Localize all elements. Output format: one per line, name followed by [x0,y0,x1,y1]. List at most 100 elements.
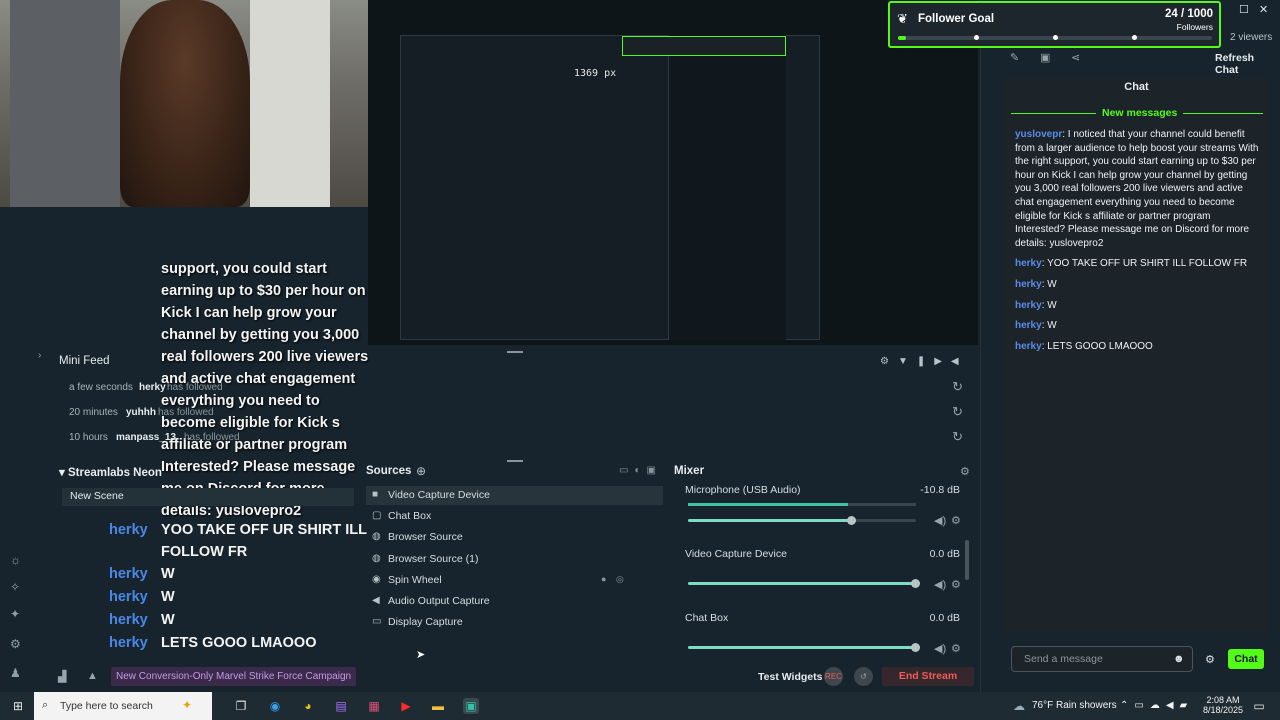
new-messages-label: New messages [1096,107,1184,119]
channel-settings-icon[interactable]: ⚙ [951,514,961,527]
resize-handle[interactable] [507,460,523,462]
source-item[interactable]: ■ Video Capture Device [366,486,663,505]
maximize-icon[interactable]: ☐ [1239,3,1249,16]
overlay-chat-user: herky [109,566,148,582]
volume-slider-knob[interactable] [847,516,857,525]
folder-icon[interactable]: ▬ [430,698,446,714]
scenes-collection[interactable]: Streamlabs Neon [68,467,162,479]
studio-icon[interactable]: ✦ [10,607,20,621]
channel-settings-icon[interactable]: ⚙ [951,578,961,591]
highlighter-icon[interactable]: ✧ [10,580,20,594]
mini-feed-controls[interactable]: ⚙▼❚▶◀ [880,356,968,367]
clock[interactable]: 2:08 AM 8/18/2025 [1203,695,1243,715]
rec-button[interactable]: REC [824,667,843,686]
twitch-icon[interactable]: ▤ [333,698,349,714]
tray-icons[interactable]: ⌃▭☁◀▰ [1120,700,1193,711]
streamlabs-icon[interactable]: ▣ [463,698,479,714]
replay-icon[interactable]: ↻ [952,379,963,395]
volume-slider[interactable] [688,643,920,652]
replay-icon[interactable]: ↻ [952,404,963,420]
chat-username[interactable]: herky [1015,279,1042,290]
taskbar-search[interactable]: ⌕ Type here to search ✦ [34,692,212,720]
volume-slider-knob[interactable] [911,579,920,588]
task-view-icon[interactable]: ❐ [233,698,249,714]
volume-slider[interactable] [688,516,916,525]
refresh-chat-button[interactable]: Refresh Chat [1215,52,1280,76]
volume-slider[interactable] [688,579,920,588]
source-item[interactable]: ◍ Browser Source (1) [366,550,663,569]
overlay-chat-text: LETS GOOO LMAOOO [161,635,317,651]
alert-icon[interactable]: ▲ [87,670,98,682]
test-widgets-button[interactable]: Test Widgets [758,671,822,683]
windows-start-icon[interactable]: ⊞ [10,698,26,714]
follower-goal-fill [898,36,906,40]
stats-icon[interactable]: ▟ [58,670,66,683]
source-item[interactable]: ◍ Browser Source [366,528,663,547]
mixer-scrollbar[interactable] [965,540,969,580]
visibility-off-icon[interactable]: ◎ [616,574,624,585]
replay-icon[interactable]: ↻ [952,429,963,445]
end-stream-button[interactable]: End Stream [882,667,974,686]
mute-icon[interactable]: ◀) [934,578,946,591]
edge-icon[interactable]: ◉ [267,698,283,714]
share-icon[interactable]: ⋖ [1071,51,1080,64]
source-item[interactable]: ▭ Display Capture [366,613,663,632]
weather-text[interactable]: 76°F Rain showers [1032,700,1117,711]
mixer-channel-db: 0.0 dB [929,548,960,560]
settings-icon[interactable]: ⚙ [10,637,21,651]
gear-icon[interactable]: ⚙ [1205,653,1215,666]
stream-preview[interactable]: 1369 px [368,0,978,345]
chat-text: : W [1041,278,1057,290]
source-label: Chat Box [388,510,432,522]
channel-settings-icon[interactable]: ⚙ [951,642,961,655]
youtube-icon[interactable]: ▶ [398,698,414,714]
volume-slider-knob[interactable] [911,643,920,652]
chat-icon: ▢ [372,510,382,521]
theme-icon[interactable]: ☼ [10,553,21,567]
feed-user[interactable]: manpass_13 [116,432,176,443]
mixer-settings-icon[interactable]: ⚙ [960,465,970,478]
chat-username[interactable]: herky [1015,341,1042,352]
feed-user[interactable]: herky [139,382,166,393]
lock-icon[interactable]: ● [601,574,606,584]
mute-icon[interactable]: ◀) [934,642,946,655]
add-source-icon[interactable]: ⊕ [416,464,426,478]
overlay-chat-row: herky W [109,586,379,609]
emoji-icon[interactable]: ☻ [1173,653,1185,665]
popout-icon[interactable]: ▣ [1040,51,1050,64]
chat-username[interactable]: herky [1015,300,1042,311]
expand-icon[interactable]: › [38,350,41,361]
source-label: Audio Output Capture [388,595,490,607]
source-item[interactable]: ▢ Chat Box [366,507,663,526]
follower-goal-count: 24 / 1000 [1165,8,1213,20]
feed-user[interactable]: yuhhh [126,407,156,418]
close-icon[interactable]: ✕ [1259,3,1268,16]
feed-row: 10 hours manpass_13 has followed ↻ [59,426,969,450]
chat-username[interactable]: yuslovepr [1015,129,1062,140]
chrome-icon[interactable]: ◕ [300,698,316,714]
app-icon[interactable]: ▦ [366,698,382,714]
chat-username[interactable]: herky [1015,258,1042,269]
chat-send-button[interactable]: Chat [1228,649,1264,669]
feed-time: a few seconds [69,382,133,393]
chat-username[interactable]: herky [1015,320,1042,331]
camera-icon: ■ [372,489,379,500]
scene-item[interactable]: New Scene [62,488,354,506]
source-item[interactable]: ◉ Spin Wheel ● ◎ [366,571,663,590]
promo-banner[interactable]: New Conversion-Only Marvel Strike Force … [111,667,357,686]
source-label: Spin Wheel [388,574,442,586]
goal-marker [974,35,979,40]
resize-handle[interactable] [507,351,523,353]
replay-buffer-icon[interactable]: ↺ [854,667,873,686]
mixer-channel-db: -10.8 dB [920,484,960,496]
copilot-icon: ✦ [182,698,193,712]
follower-goal-widget: ❦ Follower Goal 24 / 1000 Followers [888,1,1221,48]
overlay-chat-text: YOO TAKE OFF UR SHIRT ILL FOLLOW FR [161,522,367,560]
profile-icon[interactable]: ♟ [10,666,21,680]
source-item[interactable]: ◀ Audio Output Capture [366,592,663,611]
notification-icon[interactable]: ▭ [1251,698,1267,714]
mute-icon[interactable]: ◀) [934,514,946,527]
chat-input[interactable]: Send a message [1011,646,1193,672]
edit-icon[interactable]: ✎ [1010,51,1019,64]
source-toolbar-icons[interactable]: ▭◐▣ [619,465,662,476]
